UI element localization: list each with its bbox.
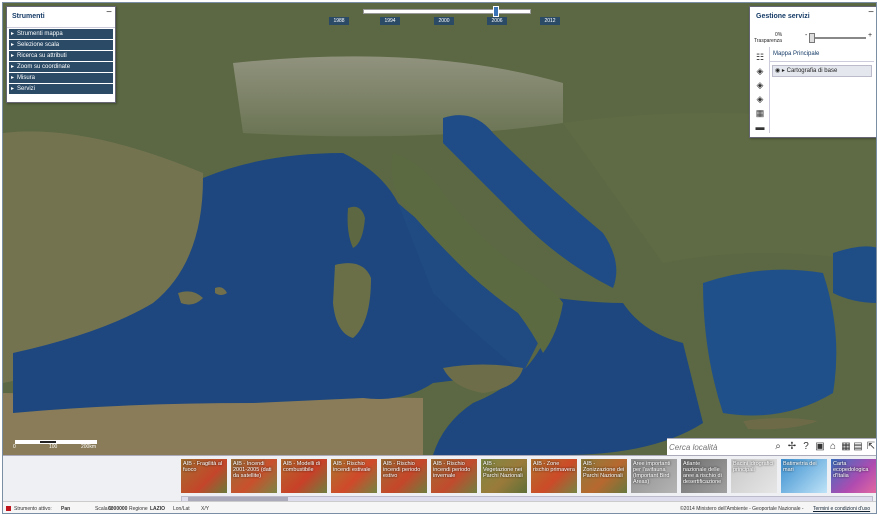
menu-item-ricerca-attributi[interactable]: Ricerca su attributi xyxy=(9,51,113,61)
catalog-thumbnail[interactable]: AIB - Vegetazione nei Parchi Nazionali xyxy=(481,459,527,493)
catalog-thumbnail[interactable]: Bacini idrografici principali xyxy=(731,459,777,493)
timeline-slider[interactable]: 1988 1994 2000 2006 2012 xyxy=(329,6,560,26)
search-toolbar: ⌕ ✢ ? ▣ ⌂ ▦ ▤ ⇱ xyxy=(667,438,876,455)
pointer-icon xyxy=(6,506,11,511)
transparency-minus-button[interactable]: - xyxy=(805,32,807,39)
timeline-year[interactable]: 2012 xyxy=(540,17,560,25)
tools-panel-title: Strumenti xyxy=(7,7,115,28)
transparency-slider-handle[interactable] xyxy=(809,33,815,43)
transparency-label: Trasparenza xyxy=(754,38,782,44)
services-panel: Gestione servizi − 0% Trasparenza - + ☷ … xyxy=(749,6,876,138)
catalog-thumbnail[interactable]: Atlante nazionale delle aree a rischio d… xyxy=(681,459,727,493)
catalog-thumbnail[interactable]: AIB - Rischio incendi periodo estivo xyxy=(381,459,427,493)
map-group-title[interactable]: Mappa Principale xyxy=(770,47,874,62)
coord-system: Lon/Lat xyxy=(173,506,190,512)
table-icon[interactable]: ▦ xyxy=(754,108,766,118)
catalog-thumbnail[interactable]: Carta ecopedologica d'Italia xyxy=(831,459,876,493)
services-panel-title: Gestione servizi xyxy=(756,13,810,20)
menu-item-selezione-scala[interactable]: Selezione scala xyxy=(9,40,113,50)
folder-icon[interactable]: ▬ xyxy=(754,122,766,132)
catalog-thumbnail[interactable]: AIB - Zone rischio primavera xyxy=(531,459,577,493)
home-icon[interactable]: ⌂ xyxy=(828,441,838,453)
region-label: Regione xyxy=(129,506,148,512)
timeline-year[interactable]: 2000 xyxy=(434,17,454,25)
export-icon[interactable]: ⇱ xyxy=(866,441,876,453)
catalog-thumbnail[interactable]: AIB - Incendi 2001-2005 (dati da satelli… xyxy=(231,459,277,493)
catalog-thumbnail[interactable]: AIB - Rischio incendi periodo invernale xyxy=(431,459,477,493)
visibility-eye-icon[interactable]: ◉ xyxy=(775,68,780,74)
scale-label: 0 xyxy=(13,444,16,450)
fullscreen-arrows-icon[interactable]: ✢ xyxy=(787,441,797,453)
menu-item-zoom-coordinate[interactable]: Zoom su coordinate xyxy=(9,62,113,72)
expand-arrow-icon[interactable]: ▸ xyxy=(782,68,785,74)
help-icon[interactable]: ? xyxy=(801,441,811,453)
menu-item-misura[interactable]: Misura xyxy=(9,73,113,83)
scale-value: 6000000 xyxy=(108,506,128,512)
terms-link[interactable]: Termini e condizioni d'uso xyxy=(813,502,870,513)
search-input[interactable] xyxy=(669,441,764,453)
menu-item-strumenti-mappa[interactable]: Strumenti mappa xyxy=(9,29,113,39)
layer-catalog-strip: AIB - Fragilità al fuoco AIB - Incendi 2… xyxy=(3,455,876,502)
timeline-year[interactable]: 1988 xyxy=(329,17,349,25)
layer-label: Cartografia di base xyxy=(786,68,838,74)
transparency-slider[interactable] xyxy=(812,37,866,39)
copyright: ©2014 Ministero dell'Ambiente - Geoporta… xyxy=(680,506,804,512)
tools-panel: Strumenti − Strumenti mappa Selezione sc… xyxy=(6,6,116,103)
status-bar: Strumento attivo: Pan Scala 1: 6000000 R… xyxy=(3,501,876,513)
active-tool-value: Pan xyxy=(61,506,71,512)
scale-label: 200km xyxy=(81,444,97,450)
scale-bar: 0 100 200km xyxy=(11,437,101,453)
print-icon[interactable]: ▤ xyxy=(853,441,863,453)
services-minimize-button[interactable]: − xyxy=(868,7,874,18)
satellite-map[interactable]: Strumenti − Strumenti mappa Selezione sc… xyxy=(3,3,876,455)
catalog-thumbnail[interactable]: AIB - Fragilità al fuoco xyxy=(181,459,227,493)
scale-label: 100 xyxy=(49,444,58,450)
catalog-thumbnail[interactable]: AIB - Rischio incendi estivale xyxy=(331,459,377,493)
layers-add-icon[interactable]: ◈ xyxy=(754,80,766,90)
active-tool-label: Strumento attivo: xyxy=(14,506,52,512)
map-imagery xyxy=(3,3,876,455)
catalog-thumbnail[interactable]: Aree importanti per l'avifauna (Importan… xyxy=(631,459,677,493)
transparency-plus-button[interactable]: + xyxy=(868,32,872,39)
layer-item-cartografia[interactable]: ◉ ▸ Cartografia di base xyxy=(772,65,872,77)
timeline-track[interactable] xyxy=(363,9,531,14)
timeline-handle[interactable] xyxy=(493,6,499,17)
timeline-year[interactable]: 1994 xyxy=(380,17,400,25)
coord-xy: X/Y xyxy=(201,506,210,512)
tools-minimize-button[interactable]: − xyxy=(106,7,112,18)
search-icon[interactable]: ⌕ xyxy=(773,441,783,453)
catalog-thumbnail[interactable]: Batimetria dei mari xyxy=(781,459,827,493)
list-icon[interactable]: ☷ xyxy=(754,52,766,62)
layers-icon[interactable]: ◈ xyxy=(754,66,766,76)
services-toolbar: ☷ ◈ ◈ ◈ ▦ ▬ xyxy=(752,48,768,134)
services-tree: Mappa Principale ◉ ▸ Cartografia di base xyxy=(769,47,874,133)
timeline-year[interactable]: 2006 xyxy=(487,17,507,25)
zoom-extent-icon[interactable]: ▣ xyxy=(815,441,825,453)
menu-item-servizi[interactable]: Servizi xyxy=(9,84,113,94)
grid-icon[interactable]: ▦ xyxy=(841,441,851,453)
region-value: LAZIO xyxy=(150,506,165,512)
app-frame: Strumenti − Strumenti mappa Selezione sc… xyxy=(2,2,877,514)
layers-remove-icon[interactable]: ◈ xyxy=(754,94,766,104)
catalog-thumbnail[interactable]: AIB - Zonizzazione dei Parchi Nazionali xyxy=(581,459,627,493)
catalog-thumbnail[interactable]: AIB - Modelli di combustibile xyxy=(281,459,327,493)
